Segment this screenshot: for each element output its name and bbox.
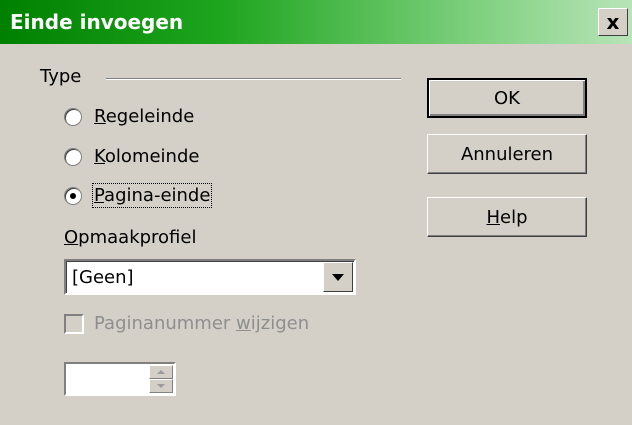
radio-kolomeinde-label: Kolomeinde xyxy=(94,146,200,167)
dialog-title: Einde invoegen xyxy=(10,10,184,34)
spin-down-button xyxy=(149,379,173,393)
title-bar: Einde invoegen x xyxy=(0,0,632,44)
radio-icon[interactable] xyxy=(64,147,82,166)
help-button-label: Help xyxy=(486,206,528,228)
type-group-separator xyxy=(106,78,401,80)
radio-icon[interactable] xyxy=(64,107,82,126)
type-group-label: Type xyxy=(40,66,82,87)
spin-buttons xyxy=(149,365,173,393)
cancel-button-label: Annuleren xyxy=(460,143,554,165)
radio-pagina-einde[interactable]: Pagina-einde xyxy=(64,183,213,208)
help-button[interactable]: Help xyxy=(427,197,587,237)
style-dropdown[interactable]: [Geen] xyxy=(64,259,356,295)
spin-up-button xyxy=(149,365,173,379)
radio-regeleinde-label: Regeleinde xyxy=(94,106,195,127)
ok-button-label: OK xyxy=(494,87,520,109)
style-label: Opmaakprofiel xyxy=(64,227,197,248)
cancel-button[interactable]: Annuleren xyxy=(427,134,587,174)
page-number-checkbox-row: Paginanummer wijzigen xyxy=(64,313,309,334)
page-number-label: Paginanummer wijzigen xyxy=(94,313,310,334)
close-button[interactable]: x xyxy=(598,8,628,36)
close-icon: x xyxy=(606,10,620,34)
dropdown-button[interactable] xyxy=(323,262,353,292)
page-number-spinbox xyxy=(64,362,176,396)
arrow-up-icon xyxy=(157,370,165,374)
page-number-checkbox xyxy=(64,313,84,334)
radio-selected-icon[interactable] xyxy=(64,186,82,205)
chevron-down-icon xyxy=(332,273,344,281)
style-dropdown-value: [Geen] xyxy=(72,267,134,288)
radio-kolomeinde[interactable]: Kolomeinde xyxy=(64,146,199,167)
radio-pagina-einde-label: Pagina-einde xyxy=(91,183,213,208)
radio-regeleinde[interactable]: Regeleinde xyxy=(64,106,194,127)
arrow-down-icon xyxy=(157,384,165,388)
ok-button[interactable]: OK xyxy=(427,78,587,118)
